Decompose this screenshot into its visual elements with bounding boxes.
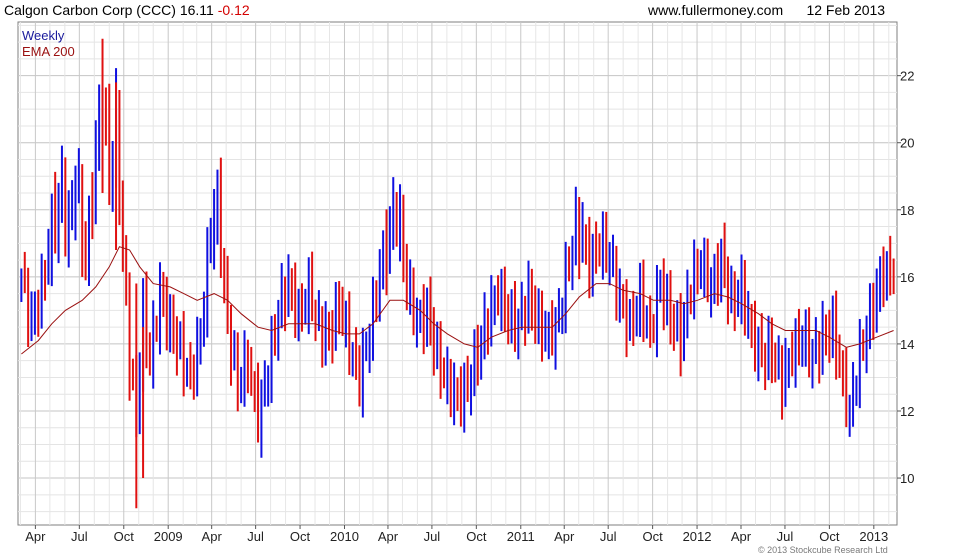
x-tick-label: Jul bbox=[71, 529, 88, 544]
x-tick-label: Apr bbox=[731, 529, 752, 544]
x-tick-label: Apr bbox=[25, 529, 46, 544]
y-tick-label: 16 bbox=[900, 270, 914, 285]
legend-entry: EMA 200 bbox=[22, 44, 75, 59]
x-tick-label: Apr bbox=[378, 529, 399, 544]
x-tick-label: Jul bbox=[777, 529, 794, 544]
x-tick-label: Apr bbox=[554, 529, 575, 544]
x-tick-label: Oct bbox=[819, 529, 840, 544]
x-tick-label: Oct bbox=[114, 529, 135, 544]
x-tick-label: Jul bbox=[600, 529, 617, 544]
x-tick-label: Apr bbox=[202, 529, 223, 544]
price-chart: 10 12 14 16 18 20 22 Apr Jul Oct 2009 Apr Jul Oct 201… bbox=[17, 21, 914, 544]
y-tick-label: 20 bbox=[900, 136, 914, 151]
y-tick-label: 22 bbox=[900, 69, 914, 84]
x-tick-label: Jul bbox=[424, 529, 441, 544]
x-tick-label: 2011 bbox=[507, 529, 535, 544]
x-tick-label: Oct bbox=[643, 529, 664, 544]
y-tick-label: 14 bbox=[900, 337, 914, 352]
ema-200-line bbox=[21, 246, 894, 355]
x-axis: Apr Jul Oct 2009 Apr Jul Oct 2010 Apr Jul Oct 2011 A… bbox=[25, 525, 888, 544]
x-tick-label: Oct bbox=[290, 529, 311, 544]
x-tick-label: Oct bbox=[466, 529, 487, 544]
grid bbox=[18, 22, 897, 525]
plot-frame bbox=[17, 21, 898, 526]
y-tick-label: 18 bbox=[900, 203, 914, 218]
x-tick-label: 2013 bbox=[859, 529, 888, 544]
x-tick-label: 2010 bbox=[330, 529, 359, 544]
legend-entry: Weekly bbox=[22, 28, 65, 43]
x-tick-label: Jul bbox=[247, 529, 264, 544]
legend: WeeklyEMA 200 bbox=[22, 28, 75, 59]
x-tick-label: 2012 bbox=[683, 529, 712, 544]
copyright: © 2013 Stockcube Research Ltd bbox=[758, 545, 888, 555]
y-axis: 10 12 14 16 18 20 22 bbox=[897, 69, 914, 486]
y-tick-label: 12 bbox=[900, 404, 914, 419]
y-tick-label: 10 bbox=[900, 471, 914, 486]
x-tick-label: 2009 bbox=[154, 529, 183, 544]
